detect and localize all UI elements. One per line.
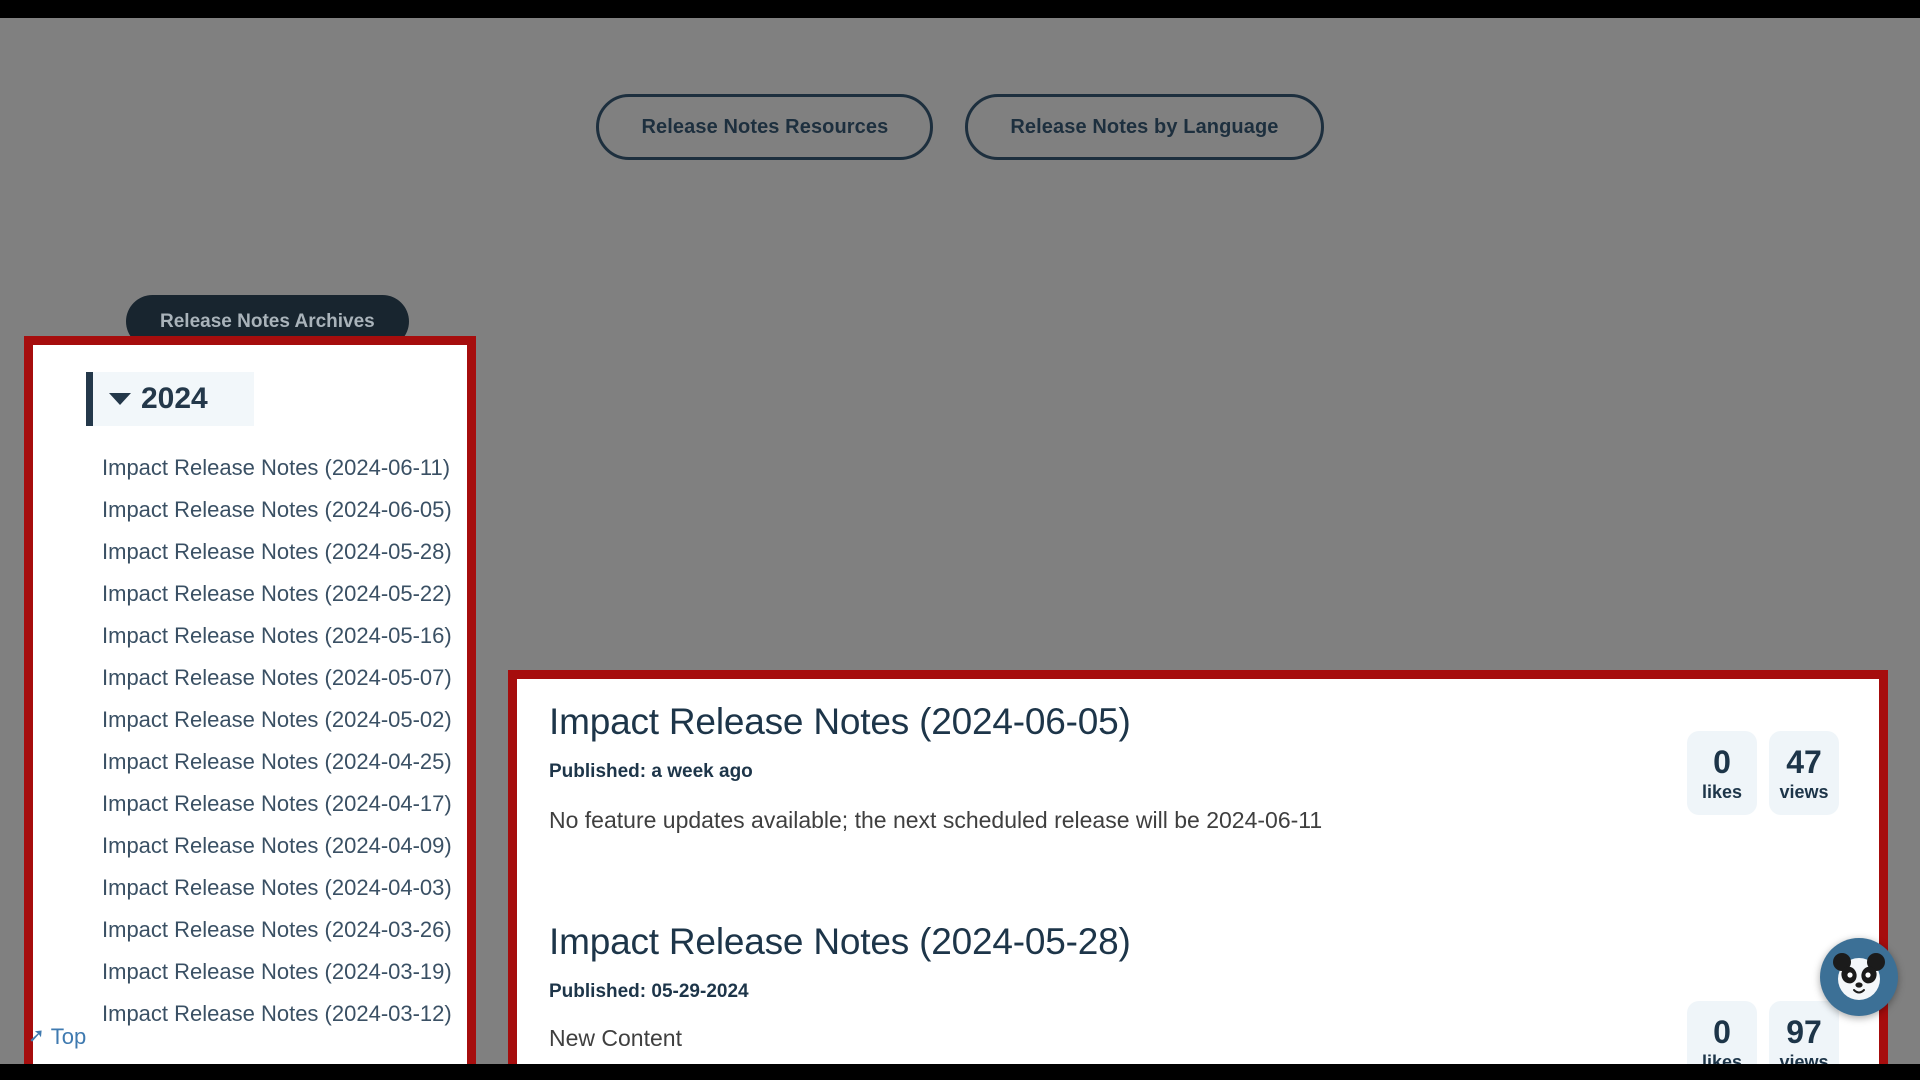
caret-down-icon <box>109 393 131 405</box>
letterbox-top <box>0 0 1920 18</box>
archives-sidebar-highlight: 2024 Impact Release Notes (2024-06-11) I… <box>24 336 476 1064</box>
sidebar-item-2024-04-17[interactable]: Impact Release Notes (2024-04-17) <box>102 784 467 826</box>
sidebar-item-2024-05-22[interactable]: Impact Release Notes (2024-05-22) <box>102 574 467 616</box>
sidebar-item-2024-04-25[interactable]: Impact Release Notes (2024-04-25) <box>102 742 467 784</box>
likes-label: likes <box>1701 781 1743 802</box>
note-published-date: Published: 05-29-2024 <box>549 981 749 1003</box>
browser-viewport: Release Notes Resources Release Notes by… <box>0 18 1920 1064</box>
note-published-date: Published: a week ago <box>549 761 753 783</box>
release-note-card: Impact Release Notes (2024-06-05) Publis… <box>517 679 1879 1064</box>
views-stat: 47 views <box>1769 731 1839 815</box>
release-note-article: Impact Release Notes (2024-05-28) Publis… <box>549 921 1849 1064</box>
views-label: views <box>1779 781 1829 802</box>
list-item: Canvas <box>592 401 1920 436</box>
note-section-bullets: Canvas <box>592 401 1920 436</box>
sidebar-item-2024-05-28[interactable]: Impact Release Notes (2024-05-28) <box>102 532 467 574</box>
release-notes-by-language-button[interactable]: Release Notes by Language <box>965 94 1324 160</box>
note-title: Impact Release Notes (2024-06-11) <box>540 262 1119 303</box>
release-notes-resources-button[interactable]: Release Notes Resources <box>596 94 934 160</box>
note-title: Impact Release Notes (2024-05-28) <box>549 921 1131 962</box>
sidebar-item-2024-05-16[interactable]: Impact Release Notes (2024-05-16) <box>102 616 467 658</box>
highlight-box: 2024 Impact Release Notes (2024-06-11) I… <box>24 336 476 1064</box>
sidebar-item-2024-03-26[interactable]: Impact Release Notes (2024-03-26) <box>102 910 467 952</box>
back-to-top-label: Top <box>50 1024 87 1049</box>
note-stats: 0 likes 47 views <box>1687 731 1839 815</box>
sidebar-item-2024-04-03[interactable]: Impact Release Notes (2024-04-03) <box>102 868 467 910</box>
archive-link-list: Impact Release Notes (2024-06-11) Impact… <box>42 448 467 1036</box>
screenshot-root: Release Notes Resources Release Notes by… <box>0 0 1920 1080</box>
sidebar-item-2024-03-12[interactable]: Impact Release Notes (2024-03-12) <box>102 994 467 1036</box>
release-note-article: Impact Release Notes (2024-06-11) Publis… <box>540 262 1920 578</box>
release-note-card-highlight: Impact Release Notes (2024-06-05) Publis… <box>508 670 1888 1064</box>
arrow-up-icon: ➚ <box>28 1025 45 1047</box>
sidebar-item-2024-04-09[interactable]: Impact Release Notes (2024-04-09) <box>102 826 467 868</box>
letterbox-bottom <box>0 1064 1920 1080</box>
views-label: views <box>1830 494 1880 515</box>
archives-sidebar: 2024 Impact Release Notes (2024-06-11) I… <box>42 354 467 1064</box>
sidebar-item-2024-05-02[interactable]: Impact Release Notes (2024-05-02) <box>102 700 467 742</box>
list-item: Accessibility <box>592 495 1920 530</box>
note-section-heading: New Content <box>549 1025 682 1052</box>
likes-count: 0 <box>1713 743 1731 780</box>
note-stats: 0 likes 97 views <box>1687 1001 1839 1064</box>
views-count: 97 <box>1786 1013 1822 1050</box>
views-stat: 97 views <box>1769 1001 1839 1064</box>
likes-label: likes <box>1701 1051 1743 1065</box>
likes-stat: 0 likes <box>1738 444 1808 528</box>
note-section-bullets: Accessibility <box>592 495 1920 530</box>
resource-button-row: Release Notes Resources Release Notes by… <box>0 94 1920 160</box>
views-count: 70 <box>1837 456 1873 493</box>
note-section-heading: Bug Fixes <box>540 553 643 580</box>
note-section-heading: Other Updates <box>540 459 690 486</box>
likes-count: 0 <box>1713 1013 1731 1050</box>
likes-stat: 0 likes <box>1687 1001 1757 1064</box>
note-body: No feature updates available; the next s… <box>549 807 1323 834</box>
views-count: 47 <box>1786 743 1822 780</box>
sidebar-item-2024-05-07[interactable]: Impact Release Notes (2024-05-07) <box>102 658 467 700</box>
likes-stat: 0 likes <box>1687 731 1757 815</box>
sidebar-item-2024-03-19[interactable]: Impact Release Notes (2024-03-19) <box>102 952 467 994</box>
panda-chat-icon[interactable] <box>1820 938 1898 1016</box>
note-title: Impact Release Notes (2024-06-05) <box>549 701 1131 742</box>
views-stat: 70 views <box>1820 444 1890 528</box>
views-label: views <box>1779 1051 1829 1065</box>
note-stats: 0 likes 70 views <box>1738 444 1890 528</box>
year-group-label: 2024 <box>141 382 208 415</box>
likes-count: 0 <box>1764 456 1782 493</box>
note-published-date: Published: Tuesday <box>540 322 719 344</box>
likes-label: likes <box>1752 494 1794 515</box>
year-group-2024-toggle[interactable]: 2024 <box>86 372 254 426</box>
sidebar-item-2024-06-05[interactable]: Impact Release Notes (2024-06-05) <box>102 490 467 532</box>
release-note-article: Impact Release Notes (2024-06-05) Publis… <box>549 701 1849 836</box>
note-section-heading: New Content <box>540 366 673 393</box>
back-to-top-link[interactable]: ➚ Top <box>28 1026 86 1048</box>
sidebar-item-2024-06-11[interactable]: Impact Release Notes (2024-06-11) <box>102 448 467 490</box>
